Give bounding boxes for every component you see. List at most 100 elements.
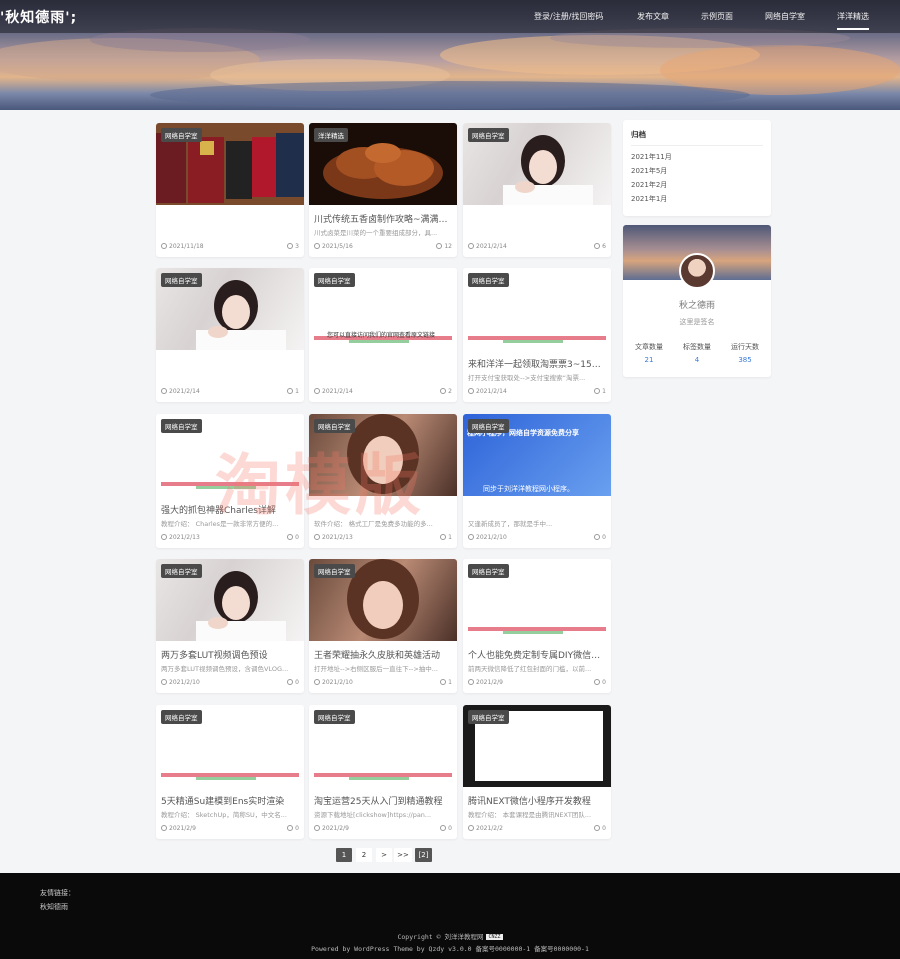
nav-sample-page[interactable]: 示例页面 bbox=[701, 11, 733, 22]
category-tag[interactable]: 网络自学室 bbox=[468, 419, 509, 433]
post-card[interactable]: 您可以直接访问我们的官网查看原文链接 网络自学室 2021/2/14 2 bbox=[309, 268, 457, 402]
category-tag[interactable]: 网络自学室 bbox=[314, 710, 355, 724]
cnzz-badge[interactable]: CNZZ bbox=[486, 934, 503, 940]
post-date: 2021/2/9 bbox=[468, 679, 503, 686]
post-comments: 6 bbox=[594, 243, 606, 250]
post-title[interactable]: 来和洋洋一起领取淘票票3~15元... bbox=[468, 357, 606, 370]
page-1-button[interactable]: 1 bbox=[336, 848, 352, 862]
nav-selected[interactable]: 洋洋精选 bbox=[837, 11, 869, 30]
post-title[interactable]: 淘宝运营25天从入门到精通教程 bbox=[314, 794, 452, 807]
page-total: [2] bbox=[415, 848, 432, 862]
post-meta: 2021/2/14 1 bbox=[161, 388, 299, 398]
category-tag[interactable]: 网络自学室 bbox=[468, 710, 509, 724]
post-excerpt: 教程介绍： SketchUp，简称SU，中文名... bbox=[161, 811, 287, 819]
post-card[interactable]: 网络自学室 5天精通Su建模到Ens实时渲染教程介绍： SketchUp，简称SU… bbox=[156, 705, 304, 839]
post-thumbnail[interactable]: 网络自学室 bbox=[309, 414, 457, 496]
post-thumbnail[interactable]: 网络自学室 bbox=[156, 559, 304, 641]
post-count-text: 0 bbox=[295, 534, 299, 541]
site-title[interactable]: '秋知德雨'; bbox=[0, 7, 77, 27]
post-title[interactable]: 王者荣耀抽永久皮肤和英雄活动 bbox=[314, 648, 452, 661]
post-card[interactable]: 网络自学室 2021/2/14 1 bbox=[156, 268, 304, 402]
post-date: 2021/2/13 bbox=[314, 534, 353, 541]
post-thumbnail[interactable]: 网络自学室 bbox=[156, 268, 304, 350]
category-tag[interactable]: 网络自学室 bbox=[468, 273, 509, 287]
post-card[interactable]: 网络自学室 来和洋洋一起领取淘票票3~15元... 打开支付宝获取处-->支付宝搜索… bbox=[463, 268, 611, 402]
post-thumbnail[interactable]: 同步于刘洋洋教程网小程序。 程网小程序，网络自学资源免费分享 网络自学室 bbox=[463, 414, 611, 496]
post-comments: 0 bbox=[440, 825, 452, 832]
fire-icon bbox=[594, 388, 601, 394]
post-comments: 2 bbox=[440, 388, 452, 395]
category-tag[interactable]: 网络自学室 bbox=[161, 273, 202, 287]
post-title[interactable]: 强大的抓包神器Charles详解 bbox=[161, 503, 299, 516]
clock-icon bbox=[314, 679, 320, 685]
post-date: 2021/5/16 bbox=[314, 243, 353, 250]
post-card[interactable]: 洋洋精选 川式传统五香卤制作攻略~满满干货... 川式卤菜是川菜的一个重要组成部分，… bbox=[309, 123, 457, 257]
post-excerpt: 两万多套LUT视频调色预设，含调色VLOG... bbox=[161, 665, 289, 673]
archive-item[interactable]: 2021年1月 bbox=[631, 194, 667, 204]
profile-signature: 这里是签名 bbox=[679, 318, 715, 326]
category-tag[interactable]: 网络自学室 bbox=[468, 564, 509, 578]
post-thumbnail[interactable]: 您可以直接访问我们的官网查看原文链接 网络自学室 bbox=[309, 268, 457, 350]
next-page-button[interactable]: > bbox=[376, 848, 392, 862]
category-tag[interactable]: 网络自学室 bbox=[161, 128, 202, 142]
post-title[interactable]: 5天精通Su建模到Ens实时渲染 bbox=[161, 794, 299, 807]
category-tag[interactable]: 网络自学室 bbox=[314, 564, 355, 578]
category-tag[interactable]: 网络自学室 bbox=[161, 419, 202, 433]
post-comments: 1 bbox=[287, 388, 299, 395]
category-tag[interactable]: 网络自学室 bbox=[161, 710, 202, 724]
post-card[interactable]: 网络自学室 个人也能免费定制专属DIY微信红... 前两天微信降低了红包封面的门槛，… bbox=[463, 559, 611, 693]
category-tag[interactable]: 网络自学室 bbox=[314, 273, 355, 287]
nav-publish[interactable]: 发布文章 bbox=[637, 11, 669, 22]
nav-study-room[interactable]: 网络自学室 bbox=[765, 11, 805, 22]
post-thumbnail[interactable]: 网络自学室 bbox=[309, 559, 457, 641]
post-card[interactable]: 网络自学室 软件介绍： 格式工厂是免费多功能的多... 2021/2/13 1 bbox=[309, 414, 457, 548]
post-date-text: 2021/2/9 bbox=[322, 825, 349, 832]
post-card[interactable]: 网络自学室 2021/11/18 3 bbox=[156, 123, 304, 257]
category-tag[interactable]: 网络自学室 bbox=[161, 564, 202, 578]
post-title[interactable]: 个人也能免费定制专属DIY微信红... bbox=[468, 648, 606, 661]
post-date-text: 2021/2/14 bbox=[476, 388, 507, 395]
post-card[interactable]: 网络自学室 王者荣耀抽永久皮肤和英雄活动 打开地址-->右侧区服后一直往下-->抽中… bbox=[309, 559, 457, 693]
nav-login[interactable]: 登录/注册/找回密码 bbox=[534, 11, 603, 22]
post-meta: 2021/2/10 0 bbox=[468, 534, 606, 544]
hero-banner: '秋知德雨'; 登录/注册/找回密码 发布文章 示例页面 网络自学室 洋洋精选 bbox=[0, 0, 900, 110]
post-meta: 2021/2/14 1 bbox=[468, 388, 606, 398]
friend-link[interactable]: 秋知德雨 bbox=[40, 902, 68, 912]
last-page-button[interactable]: >> bbox=[394, 848, 412, 862]
post-thumbnail[interactable]: 洋洋精选 bbox=[309, 123, 457, 205]
post-date-text: 2021/2/14 bbox=[169, 388, 200, 395]
archive-item[interactable]: 2021年2月 bbox=[631, 180, 667, 190]
post-card[interactable]: 网络自学室 强大的抓包神器Charles详解 教程介绍： Charles是一款非常方… bbox=[156, 414, 304, 548]
post-card[interactable]: 网络自学室 腾讯NEXT微信小程序开发教程 教程介绍： 本套课程是由腾讯NEXT团队… bbox=[463, 705, 611, 839]
post-card[interactable]: 网络自学室两万多套LUT视频调色预设两万多套LUT视频调色预设，含调色VLOG.… bbox=[156, 559, 304, 693]
post-thumbnail[interactable]: 网络自学室 bbox=[463, 559, 611, 641]
post-thumbnail[interactable]: 网络自学室 bbox=[156, 123, 304, 205]
post-thumbnail[interactable]: 网络自学室 bbox=[309, 705, 457, 787]
post-thumbnail[interactable]: 网络自学室 bbox=[463, 268, 611, 350]
post-comments: 0 bbox=[287, 825, 299, 832]
post-thumbnail[interactable]: 网络自学室 bbox=[463, 705, 611, 787]
stat-label: 文章数量 bbox=[635, 343, 663, 351]
category-tag[interactable]: 网络自学室 bbox=[468, 128, 509, 142]
avatar[interactable] bbox=[679, 253, 715, 289]
archive-item[interactable]: 2021年11月 bbox=[631, 152, 672, 162]
page-2-button[interactable]: 2 bbox=[356, 848, 372, 862]
post-meta: 2021/2/10 1 bbox=[314, 679, 452, 689]
post-title[interactable]: 川式传统五香卤制作攻略~满满干货... bbox=[314, 212, 452, 225]
post-title[interactable]: 两万多套LUT视频调色预设 bbox=[161, 648, 299, 661]
post-card[interactable]: 同步于刘洋洋教程网小程序。 程网小程序，网络自学资源免费分享 网络自学室 又逢新成员了… bbox=[463, 414, 611, 548]
post-title[interactable]: 腾讯NEXT微信小程序开发教程 bbox=[468, 794, 606, 807]
category-tag[interactable]: 网络自学室 bbox=[314, 419, 355, 433]
post-thumbnail[interactable]: 网络自学室 bbox=[156, 705, 304, 787]
post-thumbnail[interactable]: 网络自学室 bbox=[156, 414, 304, 496]
post-card[interactable]: 网络自学室 2021/2/14 6 bbox=[463, 123, 611, 257]
fire-icon bbox=[287, 388, 294, 394]
post-thumbnail[interactable]: 网络自学室 bbox=[463, 123, 611, 205]
category-tag[interactable]: 洋洋精选 bbox=[314, 128, 348, 142]
copyright-text: Copyright © 刘洋洋教程网 bbox=[397, 933, 484, 941]
post-count-text: 0 bbox=[602, 534, 606, 541]
post-card[interactable]: 网络自学室 淘宝运营25天从入门到精通教程 资源下载地址[clickshow]htt… bbox=[309, 705, 457, 839]
archive-item[interactable]: 2021年5月 bbox=[631, 166, 667, 176]
post-count-text: 3 bbox=[295, 243, 299, 250]
top-navbar: '秋知德雨'; 登录/注册/找回密码 发布文章 示例页面 网络自学室 洋洋精选 bbox=[0, 0, 900, 33]
